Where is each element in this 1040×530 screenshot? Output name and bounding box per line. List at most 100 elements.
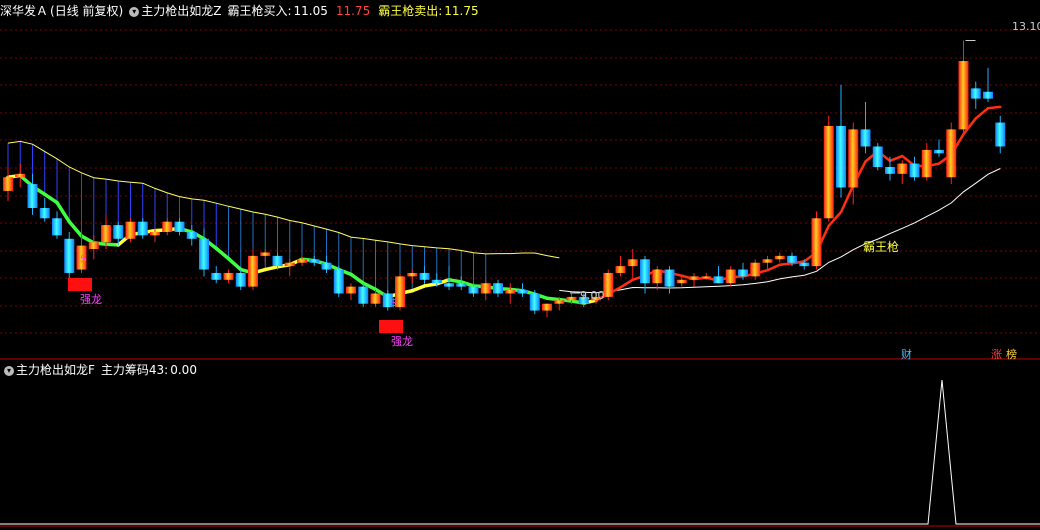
dropdown-icon[interactable]: ▾ xyxy=(129,6,140,17)
candle-body xyxy=(113,225,124,239)
candles xyxy=(3,40,1006,318)
candle-body xyxy=(872,146,883,167)
candle-body xyxy=(848,129,859,188)
high-price-label: 13.10 xyxy=(1012,20,1040,33)
candle-body xyxy=(750,262,761,277)
mid-line-segment xyxy=(888,154,904,163)
candle-body xyxy=(995,122,1006,147)
mid-line-segment xyxy=(986,105,1002,110)
candle-body xyxy=(456,283,467,287)
candle-body xyxy=(3,177,13,191)
candle-body xyxy=(370,293,381,304)
qianglong-block xyxy=(68,278,92,291)
candle-body xyxy=(529,293,540,311)
buy-value: 11.05 xyxy=(293,4,328,18)
mid-line-segment xyxy=(214,246,231,261)
candle-body xyxy=(444,283,454,287)
buy-label: 霸王枪买入: xyxy=(227,4,292,18)
bang-badge[interactable]: 榜 xyxy=(1006,346,1017,362)
bawangqiang-label: 霸王枪 xyxy=(863,240,900,254)
candle-body xyxy=(640,259,650,284)
indicator-name[interactable]: 主力枪出如龙Z xyxy=(141,4,221,18)
mid-line-segment xyxy=(545,296,561,302)
mid-line-segment xyxy=(839,184,855,214)
candle-body xyxy=(934,149,944,154)
chip-value: 0.00 xyxy=(170,363,197,377)
candle-body xyxy=(211,272,222,280)
candle-body xyxy=(333,269,344,294)
mid-line-segment xyxy=(349,272,365,285)
candle-body xyxy=(799,262,810,267)
main-header: 深华发Ａ (日线 前复权) ▾ 主力枪出如龙Z 霸王枪买入: 11.05 11.75 霸王枪卖… xyxy=(0,2,481,20)
qianglong-label: 强龙 xyxy=(391,335,413,348)
candle-body xyxy=(603,272,614,297)
cai-badge[interactable]: 财 xyxy=(901,346,912,362)
candle-body xyxy=(823,125,834,219)
mid-line-segment xyxy=(410,284,427,293)
candle-body xyxy=(52,218,62,236)
candle-body xyxy=(676,279,687,284)
candle-body xyxy=(284,262,295,267)
candle-body xyxy=(199,238,209,270)
candle-body xyxy=(309,259,320,263)
candle-body xyxy=(297,259,307,263)
candle-body xyxy=(836,125,846,188)
candle-body xyxy=(774,255,785,260)
candle-body xyxy=(701,276,712,279)
candle-body xyxy=(493,283,503,294)
zhang-badge[interactable]: 涨 xyxy=(991,346,1002,362)
candle-body xyxy=(272,255,283,267)
candle-body xyxy=(554,300,565,304)
mid-line-segment xyxy=(226,256,243,272)
chip-label: 主力筹码43: xyxy=(100,363,169,377)
candle-body xyxy=(150,231,160,236)
sell-label: 霸王枪卖出: xyxy=(378,4,443,18)
candle-body xyxy=(627,259,638,267)
candle-body xyxy=(787,255,797,263)
mid-line-segment xyxy=(263,265,280,272)
candle-body xyxy=(946,129,957,178)
candle-body xyxy=(689,276,699,280)
candle-body xyxy=(811,218,822,267)
candle-body xyxy=(505,290,516,294)
candle-body xyxy=(762,259,773,263)
candle-body xyxy=(101,225,111,243)
sub-indicator-name[interactable]: 主力枪出如龙F xyxy=(16,363,95,377)
candle-body xyxy=(958,61,969,130)
candle-body xyxy=(162,221,173,232)
candle-body xyxy=(664,269,675,287)
candle-body xyxy=(125,221,136,239)
candle-body xyxy=(174,221,185,232)
candle-body xyxy=(235,272,246,287)
candle-body xyxy=(713,276,724,284)
candle-body xyxy=(27,184,38,209)
candle-body xyxy=(248,255,258,287)
candle-body xyxy=(652,269,663,284)
sub-panel xyxy=(0,379,1040,525)
candle-body xyxy=(738,269,748,277)
chip-line xyxy=(0,379,1040,525)
qianglong-block xyxy=(379,320,403,333)
period-label[interactable]: (日线 前复权) xyxy=(50,4,123,18)
stock-name[interactable]: 深华发Ａ xyxy=(0,4,48,18)
buy-value-2: 11.75 xyxy=(335,4,371,18)
candle-body xyxy=(897,163,908,174)
candle-body xyxy=(407,272,418,277)
candle-body xyxy=(885,166,895,174)
mid-line-segment xyxy=(104,242,120,247)
qianglong-label: 强龙 xyxy=(80,293,102,306)
candle-body xyxy=(542,303,552,311)
candle-body xyxy=(419,272,430,280)
mid-line-segment xyxy=(778,262,794,267)
candle-body xyxy=(517,290,528,294)
candle-body xyxy=(346,286,356,294)
candle-body xyxy=(15,173,26,178)
mid-line-segment xyxy=(67,219,84,238)
candle-body xyxy=(137,221,148,236)
candle-body xyxy=(921,149,932,178)
candle-body xyxy=(39,208,50,219)
candle-body xyxy=(615,266,626,273)
candle-body xyxy=(223,272,234,280)
candle-body xyxy=(566,296,577,301)
dropdown-icon[interactable]: ▾ xyxy=(4,365,14,376)
